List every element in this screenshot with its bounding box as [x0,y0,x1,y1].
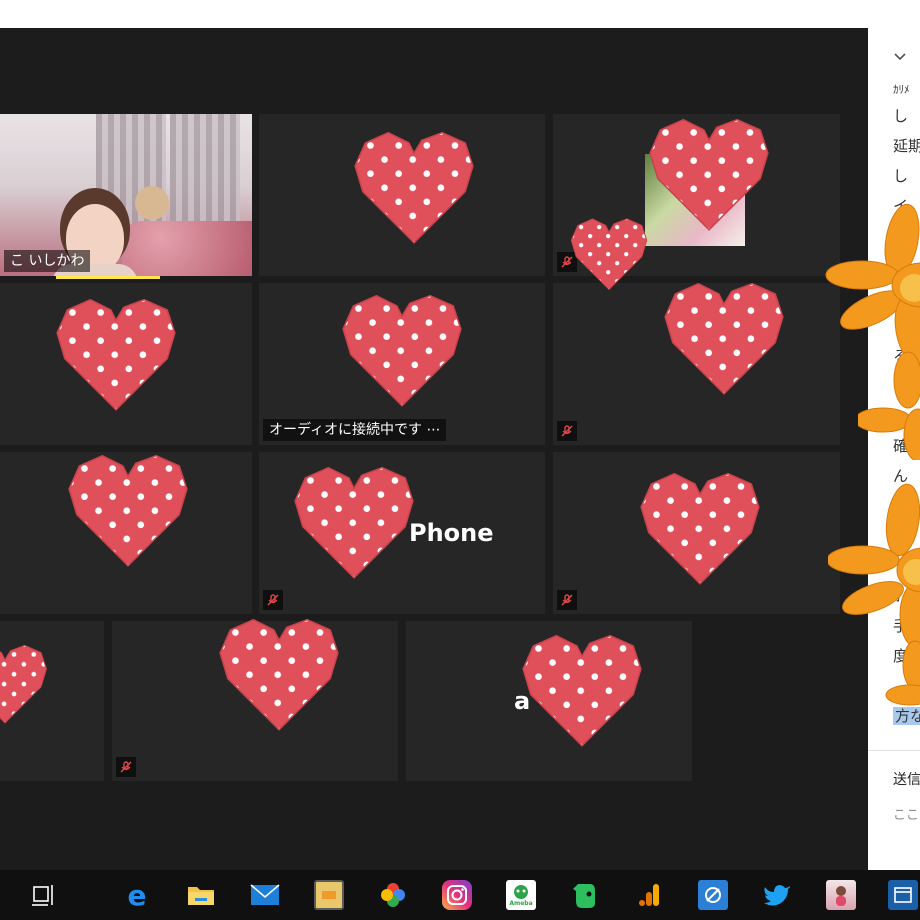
connecting-audio-status: オーディオに接続中です ⋯ [263,419,447,441]
edge-icon[interactable]: e [122,880,152,910]
file-explorer-icon[interactable] [186,880,216,910]
chevron-down-icon[interactable] [894,48,906,66]
chat-line: ｶ [893,587,901,605]
chat-panel: ｶﾘﾒ し 延期 し イ る 確 ん ｶ 手 度 方な 送信 ここに [868,28,920,870]
video-tile[interactable] [259,114,545,276]
sticky-notes-icon[interactable] [314,880,344,910]
video-tile-host[interactable]: こ いしかわ [0,114,252,276]
svg-text:e: e [128,881,147,909]
video-tile[interactable]: Phone [259,452,545,614]
participant-name: こ いしかわ [4,250,91,272]
muted-mic-icon [263,590,283,610]
muted-mic-icon [116,757,136,777]
video-tile[interactable] [0,452,252,614]
selected-chat-text[interactable]: 方な [893,707,920,725]
muted-mic-icon [557,421,577,441]
chat-input[interactable]: ここに [893,806,920,826]
ameba-icon[interactable]: Ameba [506,880,536,910]
sync-icon[interactable] [698,880,728,910]
teddy-bear [135,186,169,220]
google-photos-icon[interactable] [378,880,408,910]
evernote-icon[interactable] [570,880,600,910]
chat-line: る [893,347,909,365]
video-tile[interactable] [112,621,398,781]
chat-line: 確 [893,437,909,455]
meeting-gallery: こ いしかわ オーディオに接続中です ⋯ Phone a [0,28,868,870]
analytics-icon[interactable] [634,880,664,910]
chat-line: 延期 [893,137,920,155]
chat-line: ん [893,467,909,485]
screen: こ いしかわ オーディオに接続中です ⋯ Phone a ｶﾘﾒ し 延期 し … [0,0,920,920]
profile-picture [645,154,745,246]
window-icon[interactable] [888,880,918,910]
windows-taskbar: e Ameba [0,870,920,920]
twitter-icon[interactable] [762,880,792,910]
mail-icon[interactable] [250,880,280,910]
muted-mic-icon [557,590,577,610]
video-tile[interactable] [0,283,252,445]
chat-line: 手 [893,617,909,635]
chat-line: し [893,167,909,185]
active-speaker-indicator [56,276,160,279]
profile-photo-icon[interactable] [826,880,856,910]
bed [122,221,252,276]
video-tile[interactable] [0,621,104,781]
ameba-label: Ameba [509,899,533,907]
video-tile[interactable]: オーディオに接続中です ⋯ [259,283,545,445]
video-tile[interactable]: a [406,621,692,781]
chat-line: イ [893,197,909,215]
video-tile[interactable] [553,283,840,445]
chat-divider [868,750,920,751]
video-tile[interactable] [553,452,840,614]
muted-mic-icon [557,252,577,272]
participant-center-name: Phone [409,519,494,547]
chat-line: 度 [893,647,909,665]
participant-center-name-partial: a [514,687,531,715]
task-view-icon[interactable] [30,880,60,910]
chat-sender: ｶﾘﾒ [893,83,910,96]
instagram-icon[interactable] [442,880,472,910]
chat-line: し [893,107,909,125]
video-tile[interactable] [553,114,840,276]
send-to-label[interactable]: 送信 [893,770,920,790]
